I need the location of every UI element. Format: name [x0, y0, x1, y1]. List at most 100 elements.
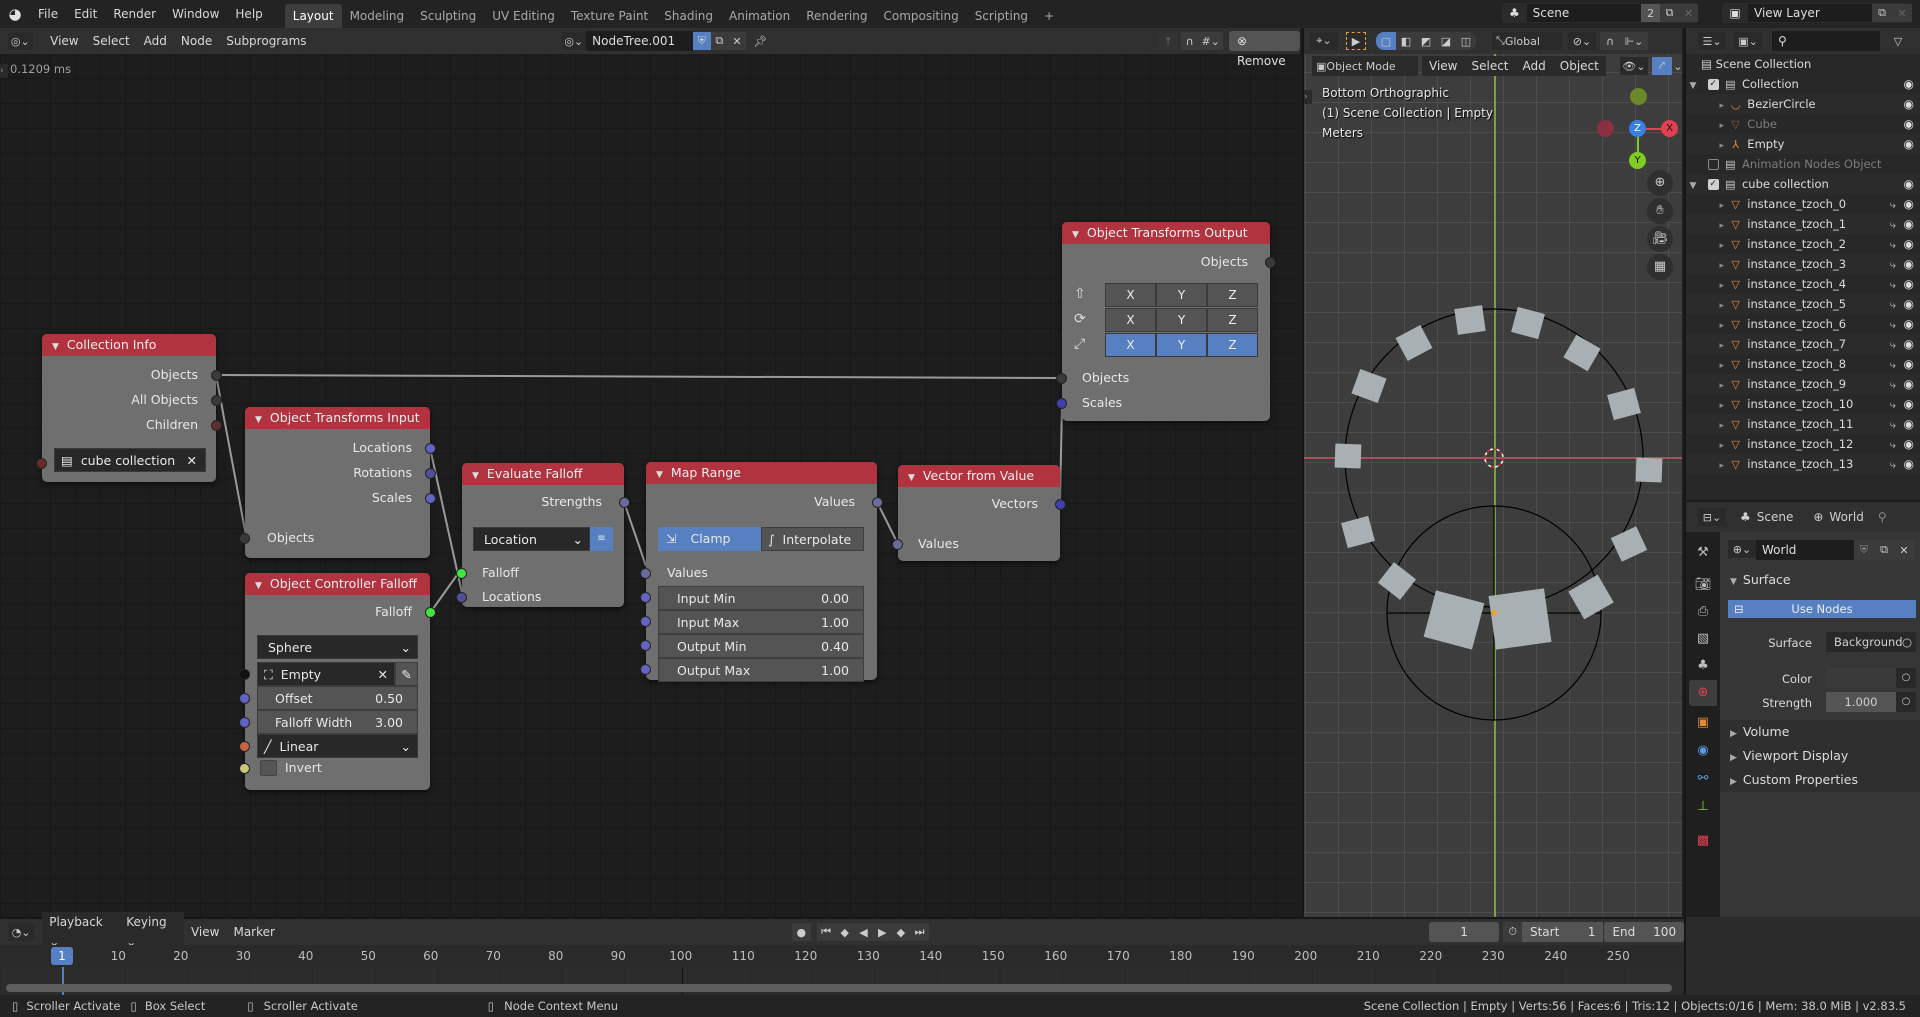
surface-shader-field[interactable]: Background ○ [1826, 632, 1916, 652]
input-max-field[interactable]: Input Max 1.00 [658, 610, 864, 634]
outliner-row[interactable]: ▼ ✓ ▤ Collection ◉ [1686, 74, 1920, 94]
unlink-tree-icon[interactable]: ✕ [728, 32, 746, 50]
jump-start-icon[interactable]: ⏮ [816, 923, 836, 941]
tab-scene-icon[interactable]: ♣ [1689, 653, 1717, 679]
viewport-display-panel-header[interactable]: ▶ Viewport Display [1720, 744, 1920, 768]
socket-link-icon[interactable]: ○ [1902, 632, 1912, 652]
select-tool-icon[interactable]: ▶ [1346, 32, 1366, 50]
socket-rotations[interactable] [425, 468, 436, 479]
visibility-eye-icon[interactable]: ◉ [1904, 114, 1914, 134]
node-evaluate-falloff[interactable]: ▼ Evaluate Falloff Strengths Location ⌄ ≡ … [456, 463, 630, 607]
list-mode-icon[interactable]: ≡ [590, 527, 613, 551]
offset-field[interactable]: Offset 0.50 [257, 686, 418, 710]
input-min-field[interactable]: Input Min 0.00 [658, 586, 864, 610]
mode-difference-icon[interactable]: ◪ [1436, 32, 1456, 50]
node-header[interactable]: ▼ Evaluate Falloff [462, 463, 624, 485]
visibility-eye-icon[interactable]: ◉ [1904, 434, 1914, 454]
socket-output-min[interactable] [640, 640, 651, 651]
visibility-eye-icon[interactable]: ◉ [1904, 94, 1914, 114]
socket-invert[interactable] [239, 763, 250, 774]
3d-viewport[interactable]: Bottom Orthographic (1) Scene Collection… [1302, 28, 1682, 917]
outliner-row[interactable]: ▸ ▽ instance_tzoch_0 ⤷ ◉ [1686, 194, 1920, 214]
node-header[interactable]: ▼ Vector from Value [898, 465, 1060, 487]
invert-checkbox[interactable] [260, 760, 277, 776]
menu-select[interactable]: Select [86, 34, 137, 48]
viewport-menu-view[interactable]: View [1422, 56, 1465, 76]
snap-magnet-icon[interactable]: ∩ [1180, 32, 1199, 50]
editor-type-icon[interactable]: ⌖⌄ [1310, 32, 1338, 50]
node-header[interactable]: ▼ Map Range [646, 462, 877, 484]
outliner-row[interactable]: ▸ ▽ instance_tzoch_11 ⤷ ◉ [1686, 414, 1920, 434]
tab-scripting[interactable]: Scripting [967, 4, 1036, 28]
visibility-eye-icon[interactable]: ◉ [1904, 414, 1914, 434]
visibility-eye-icon[interactable]: ◉ [1904, 234, 1914, 254]
output-min-field[interactable]: Output Min 0.40 [658, 634, 864, 658]
ortho-grid-icon[interactable]: ▦ [1647, 254, 1673, 280]
clear-object-icon[interactable]: ✕ [378, 663, 388, 687]
falloff-width-field[interactable]: Falloff Width 3.00 [257, 710, 418, 734]
gizmo-y[interactable]: Y [1629, 152, 1646, 169]
socket-falloff-out[interactable] [425, 607, 436, 618]
toggle-location-z[interactable]: Z [1207, 283, 1258, 307]
view-layer-icon[interactable]: ▣ [1722, 6, 1748, 20]
toggle-rotation-y[interactable]: Y [1156, 308, 1207, 332]
parent-icon[interactable]: ↑ [1159, 32, 1177, 50]
socket-objects-in[interactable] [239, 533, 250, 544]
outliner-row-scene-collection[interactable]: ▤ Scene Collection [1686, 54, 1920, 74]
outliner-row[interactable]: ▸ ◡ BezierCircle ◉ [1686, 94, 1920, 114]
visibility-icon[interactable]: 👁︎⌄ [1619, 57, 1648, 75]
socket-link-icon[interactable]: ○ [1896, 668, 1916, 688]
visibility-eye-icon[interactable]: ◉ [1904, 454, 1914, 474]
outliner-row[interactable]: ▸ ▽ instance_tzoch_10 ⤷ ◉ [1686, 394, 1920, 414]
volume-panel-header[interactable]: ▶ Volume [1720, 720, 1920, 744]
socket-strengths[interactable] [619, 497, 630, 508]
scene-name-field[interactable]: Scene [1526, 4, 1642, 22]
editor-type-icon[interactable]: ☰⌄ [1698, 32, 1726, 50]
outliner-row[interactable]: ▤ Animation Nodes Object [1686, 154, 1920, 174]
menu-edit[interactable]: Edit [66, 0, 105, 28]
fake-user-shield-icon[interactable]: ⛨ [693, 32, 711, 50]
gizmo-toggle-icon[interactable]: ⤤ [1651, 57, 1672, 75]
socket-values-out[interactable] [872, 497, 883, 508]
toggle-scale-y[interactable]: Y [1156, 333, 1207, 357]
object-mode-dropdown[interactable]: ▣ Object Mode [1312, 56, 1418, 76]
scene-icon[interactable]: ♣ [1502, 6, 1527, 20]
outliner-row[interactable]: ▸ ▽ Cube ◉ [1686, 114, 1920, 134]
tab-compositing[interactable]: Compositing [875, 4, 966, 28]
socket-objects[interactable] [211, 370, 222, 381]
socket-falloff-in[interactable] [456, 568, 467, 579]
tab-modeling[interactable]: Modeling [342, 4, 413, 28]
outliner-row[interactable]: ▸ ▽ instance_tzoch_5 ⤷ ◉ [1686, 294, 1920, 314]
playhead-frame[interactable]: 1 [51, 947, 73, 965]
viewport-menu-object[interactable]: Object [1552, 56, 1606, 76]
breadcrumb-scene[interactable]: Scene [1757, 510, 1794, 524]
outliner-row[interactable]: ▼ ✓ ▤ cube collection ◉ [1686, 174, 1920, 194]
socket-scales-in[interactable] [1056, 398, 1067, 409]
outliner-row[interactable]: ▸ ▽ instance_tzoch_7 ⤷ ◉ [1686, 334, 1920, 354]
outliner-row[interactable]: ▸ ⅄ Empty ◉ [1686, 134, 1920, 154]
stopwatch-icon[interactable]: ⏱ [1503, 922, 1522, 942]
mode-set-icon[interactable]: ▢ [1376, 32, 1396, 50]
menu-file[interactable]: File [30, 0, 66, 28]
exclude-checkbox[interactable] [1707, 159, 1719, 170]
node-collection-info[interactable]: ▼ Collection Info Objects All Objects Chi… [36, 334, 222, 482]
node-vector-from-value[interactable]: ▼ Vector from Value Vectors Values [892, 465, 1066, 561]
timeline-scrollbar[interactable] [6, 984, 1672, 992]
socket-falloff-width[interactable] [239, 717, 250, 728]
socket-object-in[interactable] [239, 669, 250, 680]
pin-icon[interactable]: ⚲ [1878, 510, 1887, 524]
tab-render-icon[interactable]: 📷︎ [1689, 572, 1717, 598]
socket-interpolation[interactable] [239, 741, 250, 752]
tab-shading[interactable]: Shading [656, 4, 721, 28]
output-max-field[interactable]: Output Max 1.00 [658, 658, 864, 682]
outliner-row[interactable]: ▸ ▽ instance_tzoch_2 ⤷ ◉ [1686, 234, 1920, 254]
menu-view[interactable]: View [43, 34, 85, 48]
visibility-eye-icon[interactable]: ◉ [1904, 274, 1914, 294]
menu-window[interactable]: Window [164, 0, 227, 28]
visibility-eye-icon[interactable]: ◉ [1904, 194, 1914, 214]
start-frame-field[interactable]: Start 1 [1521, 922, 1604, 942]
toggle-scale-z[interactable]: Z [1207, 333, 1258, 357]
outliner-row[interactable]: ▸ ▽ instance_tzoch_4 ⤷ ◉ [1686, 274, 1920, 294]
tab-rendering[interactable]: Rendering [798, 4, 875, 28]
surface-panel-header[interactable]: ▼ Surface [1720, 568, 1920, 592]
